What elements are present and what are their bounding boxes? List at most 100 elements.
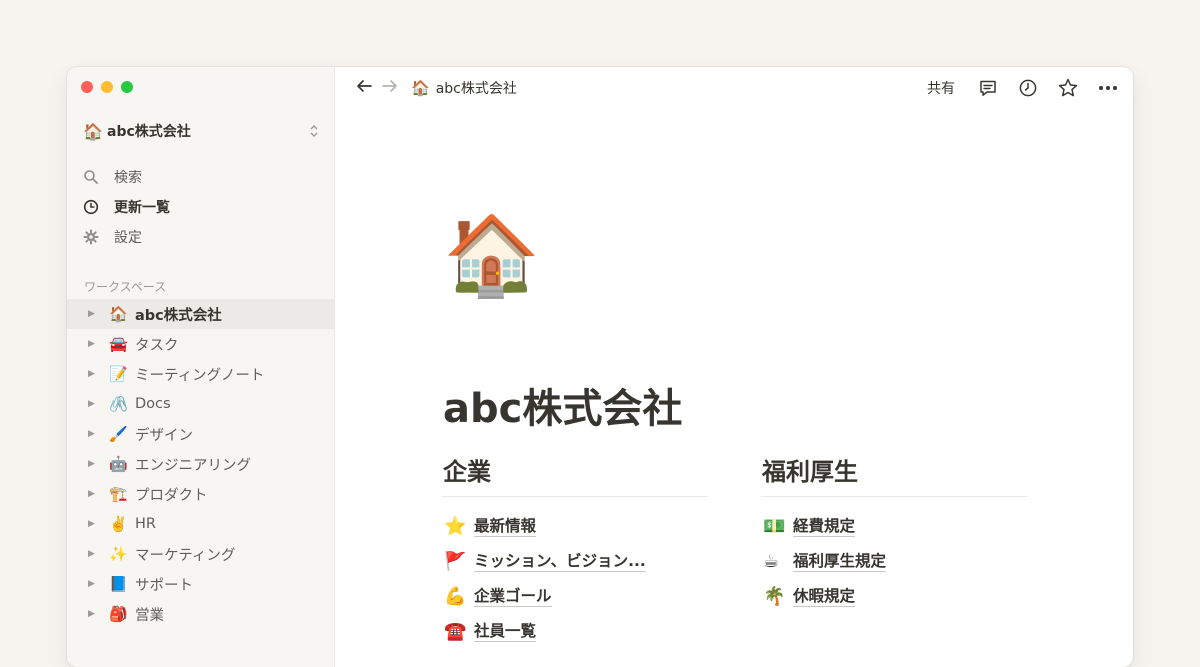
comment-icon[interactable] [977,77,999,99]
link-list: 💵 経費規定 ☕ 福利厚生規定 🌴 休暇規定 [761,509,1027,614]
list-item[interactable]: 💪 企業ゴール [442,579,708,614]
page-title[interactable]: abc株式会社 [443,376,682,434]
item-emoji-icon: ⭐ [444,516,467,537]
window-controls [81,81,133,93]
search-icon [83,169,99,185]
expand-triangle-icon[interactable]: ▶ [88,609,109,619]
sidebar-page-label: デザイン [135,427,193,444]
page-link[interactable]: 福利厚生規定 [793,551,887,572]
list-item[interactable]: 💵 経費規定 [761,509,1027,544]
history-icon[interactable] [1017,77,1039,99]
item-emoji-icon: 🚩 [444,551,467,572]
zoom-window-button[interactable] [121,81,133,93]
expand-triangle-icon[interactable]: ▶ [88,429,109,439]
expand-triangle-icon[interactable]: ▶ [88,399,109,409]
sidebar-item-updates[interactable]: 更新一覧 [83,192,170,222]
column-benefits: 福利厚生 💵 経費規定 ☕ 福利厚生規定 🌴 休暇規定 [761,452,1027,614]
list-item[interactable]: ☕ 福利厚生規定 [761,544,1027,579]
page-link[interactable]: ミッション、ビジョン... [474,551,646,572]
sidebar-item-label: 更新一覧 [114,200,170,216]
workspace-emoji: 🏠 [83,121,103,141]
sidebar-page-label: ミーティングノート [135,367,265,384]
expand-triangle-icon[interactable]: ▶ [88,369,109,379]
sidebar-item-label: 設定 [114,230,142,246]
page-emoji-icon: 🚘 [109,335,128,353]
sidebar-page-label: マーケティング [135,547,236,564]
page-link[interactable]: 経費規定 [793,516,856,537]
expand-triangle-icon[interactable]: ▶ [88,309,109,319]
breadcrumb[interactable]: 🏠 abc株式会社 [411,78,517,98]
sidebar-page-label: タスク [135,337,179,354]
back-arrow-icon[interactable] [351,78,377,99]
item-emoji-icon: ☎️ [444,621,467,642]
sidebar-item-settings[interactable]: 設定 [83,222,170,252]
topbar: 🏠 abc株式会社 共有 [334,67,1133,109]
item-emoji-icon: 💵 [763,516,786,537]
sidebar: 🏠 abc株式会社 検索 更新一覧 設定 ワークスペース ▶ 🏠 abc株式会社… [67,67,335,667]
expand-triangle-icon[interactable]: ▶ [88,519,109,529]
section-heading: 福利厚生 [762,458,858,486]
sidebar-page-label: Docs [135,396,171,412]
sidebar-page-label: プロダクト [135,487,208,504]
list-item[interactable]: 🌴 休暇規定 [761,579,1027,614]
sidebar-page-label: エンジニアリング [135,457,251,474]
divider [761,496,1027,497]
sidebar-page-meeting-notes[interactable]: ▶ 📝 ミーティングノート [67,359,334,389]
page-icon[interactable]: 🏠 [443,217,540,295]
page-tree: ▶ 🏠 abc株式会社 ▶ 🚘 タスク ▶ 📝 ミーティングノート ▶ 🖇️ D… [67,299,334,629]
breadcrumb-label: abc株式会社 [435,81,517,97]
sidebar-item-search[interactable]: 検索 [83,162,170,192]
sidebar-page-product[interactable]: ▶ 🏗️ プロダクト [67,479,334,509]
workspace-name: abc株式会社 [107,124,191,140]
list-item[interactable]: ⭐ 最新情報 [442,509,708,544]
page-emoji-icon: 📝 [109,365,128,383]
expand-triangle-icon[interactable]: ▶ [88,339,109,349]
item-emoji-icon: 🌴 [763,586,786,607]
expand-triangle-icon[interactable]: ▶ [88,579,109,589]
sidebar-nav: 検索 更新一覧 設定 [83,162,170,252]
column-company: 企業 ⭐ 最新情報 🚩 ミッション、ビジョン... 💪 企業ゴール ☎️ 社員一覧 [442,452,708,649]
close-window-button[interactable] [81,81,93,93]
forward-arrow-icon[interactable] [377,78,403,99]
sidebar-item-label: 検索 [114,170,142,186]
sidebar-page-docs[interactable]: ▶ 🖇️ Docs [67,389,334,419]
section-heading: 企業 [443,458,491,486]
list-item[interactable]: 🚩 ミッション、ビジョン... [442,544,708,579]
page-emoji-icon: ✨ [109,545,128,563]
sidebar-page-label: 営業 [135,607,164,624]
chevron-up-down-icon [309,124,319,139]
page-emoji-icon: ✌️ [109,515,128,533]
sidebar-page-sales[interactable]: ▶ 🎒 営業 [67,599,334,629]
sidebar-page-label: サポート [135,577,193,594]
app-window: 🏠 abc株式会社 検索 更新一覧 設定 ワークスペース ▶ 🏠 abc株式会社… [67,67,1133,667]
sidebar-page-support[interactable]: ▶ 📘 サポート [67,569,334,599]
sidebar-page-hr[interactable]: ▶ ✌️ HR [67,509,334,539]
expand-triangle-icon[interactable]: ▶ [88,549,109,559]
workspace-switcher[interactable]: 🏠 abc株式会社 [83,119,319,143]
share-button[interactable]: 共有 [927,78,955,98]
page-link[interactable]: 休暇規定 [793,586,856,607]
sidebar-page-design[interactable]: ▶ 🖌️ デザイン [67,419,334,449]
link-list: ⭐ 最新情報 🚩 ミッション、ビジョン... 💪 企業ゴール ☎️ 社員一覧 [442,509,708,649]
item-emoji-icon: ☕ [763,551,780,572]
page-link[interactable]: 社員一覧 [474,621,537,642]
divider [442,496,708,497]
minimize-window-button[interactable] [101,81,113,93]
more-icon[interactable] [1097,77,1119,99]
workspace-section-label: ワークスペース [84,280,167,294]
list-item[interactable]: ☎️ 社員一覧 [442,614,708,649]
sidebar-page-engineering[interactable]: ▶ 🤖 エンジニアリング [67,449,334,479]
sidebar-page-marketing[interactable]: ▶ ✨ マーケティング [67,539,334,569]
star-icon[interactable] [1057,77,1079,99]
page-emoji-icon: 🤖 [109,455,128,473]
page-emoji-icon: 🖇️ [109,395,128,413]
clock-icon [83,199,99,215]
sidebar-page-label: HR [135,516,156,532]
expand-triangle-icon[interactable]: ▶ [88,489,109,499]
topbar-actions: 共有 [927,77,1119,99]
sidebar-page-tasks[interactable]: ▶ 🚘 タスク [67,329,334,359]
sidebar-page-abc[interactable]: ▶ 🏠 abc株式会社 [67,299,334,329]
expand-triangle-icon[interactable]: ▶ [88,459,109,469]
page-link[interactable]: 最新情報 [474,516,537,537]
page-link[interactable]: 企業ゴール [474,586,552,607]
